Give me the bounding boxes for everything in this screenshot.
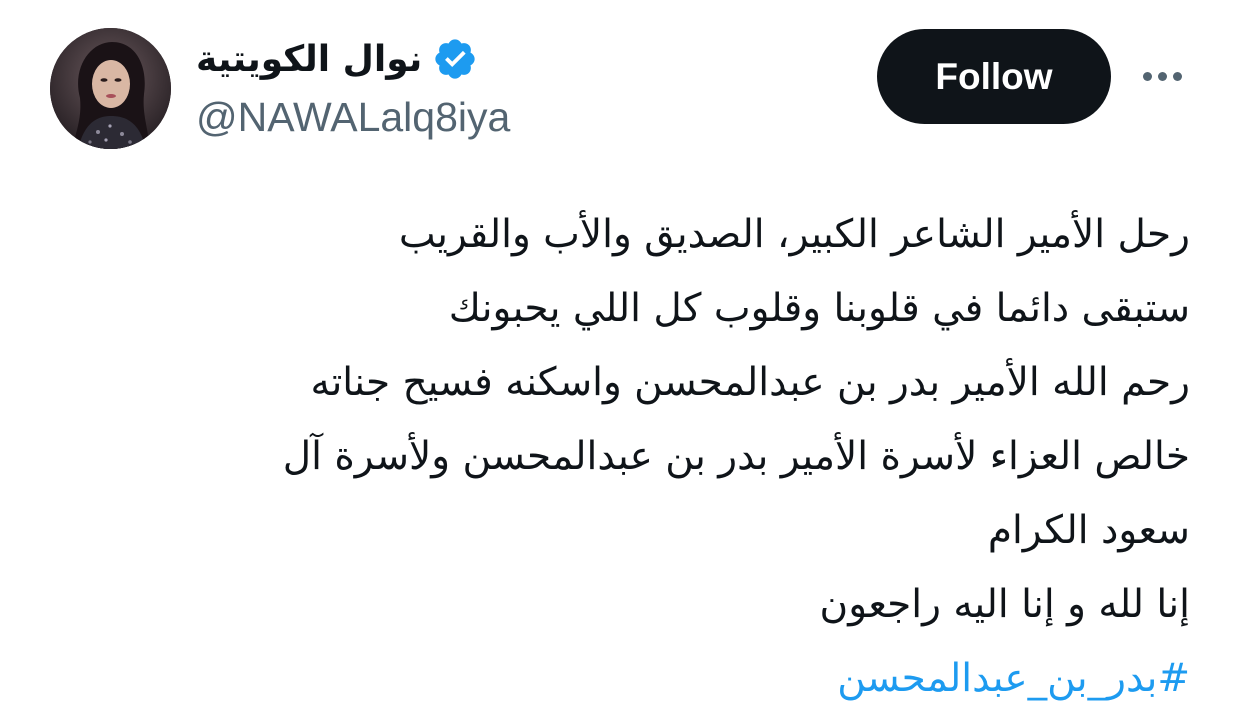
- hashtag-link[interactable]: #بدر_بن_عبدالمحسن: [837, 656, 1190, 701]
- more-options-icon[interactable]: [1136, 56, 1188, 96]
- tweet-header: نوال الكويتية @NAWALalq8iya Follow: [0, 0, 1242, 160]
- profile-photo: [50, 28, 171, 149]
- tweet-text: رحل الأمير الشاعر الكبير، الصديق والأب و…: [80, 198, 1190, 716]
- verified-badge-icon[interactable]: [432, 36, 478, 82]
- author-name-row: نوال الكويتية: [196, 30, 478, 88]
- tweet-line: إنا لله و إنا اليه راجعون: [819, 582, 1190, 627]
- tweet-line: خالص العزاء لأسرة الأمير بدر بن عبدالمحس…: [282, 434, 1190, 479]
- tweet-line: رحم الله الأمير بدر بن عبدالمحسن واسكنه …: [310, 360, 1190, 405]
- follow-button[interactable]: Follow: [877, 29, 1111, 124]
- more-dot: [1157, 71, 1167, 81]
- tweet-line: رحل الأمير الشاعر الكبير، الصديق والأب و…: [398, 212, 1190, 257]
- author-display-name[interactable]: نوال الكويتية: [196, 39, 422, 80]
- tweet-line: سعود الكرام: [987, 508, 1190, 553]
- more-dot: [1142, 71, 1152, 81]
- tweet-line: ستبقى دائما في قلوبنا وقلوب كل اللي يحبو…: [448, 286, 1190, 331]
- avatar[interactable]: [50, 28, 171, 149]
- more-dot: [1172, 71, 1182, 81]
- author-handle[interactable]: @NAWALalq8iya: [196, 94, 510, 141]
